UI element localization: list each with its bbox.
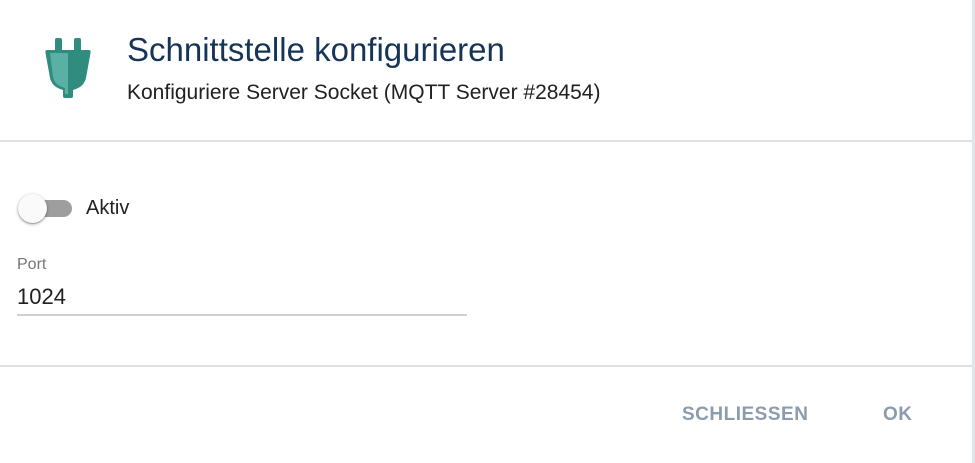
dialog-header: Schnittstelle konfigurieren Konfiguriere… <box>0 0 972 141</box>
ok-button[interactable]: OK <box>875 397 921 433</box>
dialog-title: Schnittstelle konfigurieren <box>127 31 505 68</box>
header-divider <box>0 140 972 142</box>
dialog-actions: SCHLIESSEN OK <box>0 367 972 463</box>
active-toggle-label: Aktiv <box>86 197 130 219</box>
dialog-subtitle: Konfiguriere Server Socket (MQTT Server … <box>127 81 601 104</box>
close-button[interactable]: SCHLIESSEN <box>674 397 816 433</box>
port-label: Port <box>17 256 47 273</box>
active-toggle[interactable] <box>18 194 74 223</box>
plug-icon <box>42 36 94 100</box>
port-input[interactable] <box>17 280 467 316</box>
configure-interface-dialog: Schnittstelle konfigurieren Konfiguriere… <box>0 0 975 463</box>
toggle-thumb <box>18 194 47 223</box>
port-field: Port <box>17 254 467 318</box>
